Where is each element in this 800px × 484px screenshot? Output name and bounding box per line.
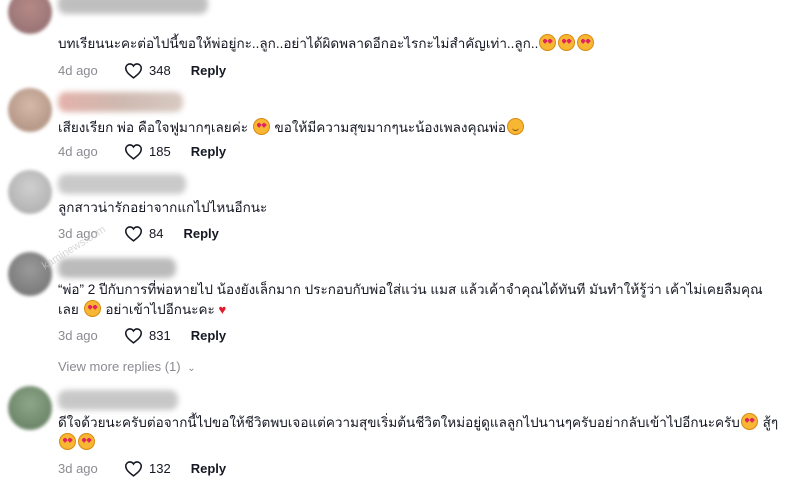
heart-outline-icon [124, 62, 143, 79]
smiling-face-with-hearts-icon [78, 433, 95, 450]
username-blurred[interactable] [58, 390, 178, 410]
comment-meta: 3d ago 132 Reply [58, 459, 226, 477]
reply-button[interactable]: Reply [191, 144, 226, 159]
heart-outline-icon [124, 327, 143, 344]
comment-time: 4d ago [58, 62, 98, 78]
like-button[interactable]: 185 [124, 143, 171, 160]
comment-meta: 4d ago 185 Reply [58, 142, 226, 160]
like-count: 348 [149, 62, 171, 78]
avatar[interactable] [8, 88, 52, 132]
smiling-face-with-hearts-icon [59, 433, 76, 450]
like-button[interactable]: 84 [124, 225, 163, 242]
avatar[interactable] [8, 386, 52, 430]
smiling-face-icon [507, 118, 525, 135]
like-count: 185 [149, 143, 171, 159]
comment-time: 3d ago [58, 460, 98, 476]
reply-button[interactable]: Reply [183, 226, 218, 241]
username-blurred[interactable] [58, 0, 208, 14]
comment-meta: 4d ago 348 Reply [58, 61, 226, 79]
username-blurred[interactable] [58, 258, 176, 278]
heart-outline-icon [124, 460, 143, 477]
smiling-face-with-hearts-icon [558, 34, 576, 51]
heart-outline-icon [124, 225, 143, 242]
comment-time: 3d ago [58, 327, 98, 343]
comment-text: เสียงเรียก พ่อ คือใจฟูมากๆเลยค่ะ ขอให้มี… [58, 118, 788, 138]
smiling-face-with-hearts-icon [252, 118, 270, 135]
red-heart-icon: ♥ [218, 302, 227, 317]
username-blurred[interactable] [58, 174, 186, 194]
comment-text: “พ่อ” 2 ปีกับการที่พ่อหายไป น้องยังเล็กม… [58, 282, 763, 317]
heart-outline-icon [124, 143, 143, 160]
view-more-replies-button[interactable]: View more replies (1) ⌄ [58, 359, 196, 374]
comment-text: ลูกสาวน่ารักอย่าจากแกไปไหนอีกนะ [58, 200, 268, 215]
like-count: 84 [149, 225, 164, 241]
smiling-face-with-hearts-icon [577, 34, 595, 51]
like-button[interactable]: 348 [124, 62, 171, 79]
comment-meta: 3d ago 831 Reply [58, 326, 226, 344]
avatar[interactable] [8, 0, 52, 34]
avatar[interactable] [8, 170, 52, 214]
smiling-face-with-hearts-icon [83, 300, 101, 317]
comment-text: ดีใจด้วยนะครับต่อจากนี้ไปขอให้ชีวิตพบเจอ… [58, 413, 788, 453]
smiling-face-with-hearts-icon [539, 34, 557, 51]
like-count: 132 [149, 460, 171, 476]
like-button[interactable]: 132 [124, 460, 171, 477]
chevron-down-icon: ⌄ [187, 363, 196, 374]
comment-time: 4d ago [58, 143, 98, 159]
comment-text: บทเรียนนะคะต่อไปนี้ขอให้พ่อยู่กะ..ลูก..อ… [58, 34, 788, 54]
reply-button[interactable]: Reply [191, 63, 226, 78]
smiling-face-with-hearts-icon [740, 413, 758, 430]
like-button[interactable]: 831 [124, 327, 171, 344]
like-count: 831 [149, 327, 171, 343]
username-blurred[interactable] [58, 92, 183, 112]
reply-button[interactable]: Reply [191, 328, 226, 343]
reply-button[interactable]: Reply [191, 461, 226, 476]
